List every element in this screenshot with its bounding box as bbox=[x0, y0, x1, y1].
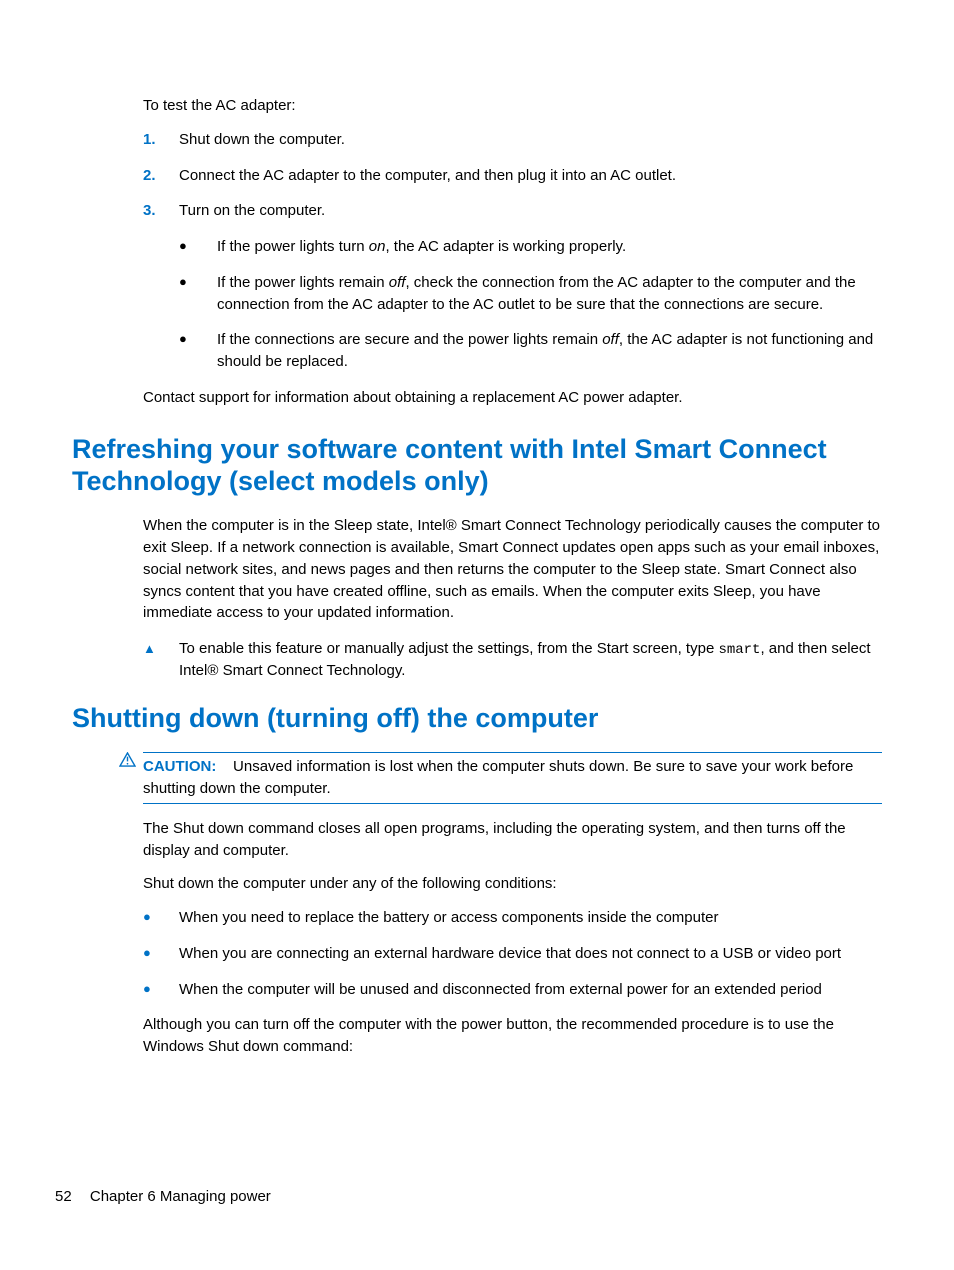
bullet-icon: ● bbox=[143, 979, 179, 1001]
shutdown-p3: Although you can turn off the computer w… bbox=[143, 1014, 882, 1058]
step-number: 2. bbox=[143, 165, 179, 187]
bullet-icon: ● bbox=[179, 272, 217, 316]
triangle-up-icon: ▲ bbox=[143, 638, 179, 682]
bullet-text: When you are connecting an external hard… bbox=[179, 943, 882, 965]
list-item: ● If the connections are secure and the … bbox=[179, 329, 882, 373]
step-text: Turn on the computer. bbox=[179, 200, 882, 222]
bullet-text: If the power lights turn on, the AC adap… bbox=[217, 236, 882, 258]
list-item: ● When you are connecting an external ha… bbox=[143, 943, 882, 965]
caution-body: Unsaved information is lost when the com… bbox=[143, 758, 853, 797]
step-number: 3. bbox=[143, 200, 179, 222]
list-item: ● When you need to replace the battery o… bbox=[143, 907, 882, 929]
bullet-text: When the computer will be unused and dis… bbox=[179, 979, 882, 1001]
shutdown-p1: The Shut down command closes all open pr… bbox=[143, 818, 882, 862]
page-number: 52 bbox=[55, 1188, 72, 1205]
shutdown-p2: Shut down the computer under any of the … bbox=[143, 873, 882, 895]
caution-icon bbox=[119, 752, 136, 767]
tip-row: ▲ To enable this feature or manually adj… bbox=[143, 638, 882, 682]
intro-text: To test the AC adapter: bbox=[143, 95, 882, 117]
section-heading-shutdown: Shutting down (turning off) the computer bbox=[72, 702, 882, 734]
caution-block: CAUTION: Unsaved information is lost whe… bbox=[119, 752, 882, 804]
chapter-title: Chapter 6 Managing power bbox=[90, 1188, 271, 1205]
shutdown-conditions-list: ● When you need to replace the battery o… bbox=[143, 907, 882, 1000]
refresh-paragraph: When the computer is in the Sleep state,… bbox=[143, 515, 882, 624]
page-content: To test the AC adapter: 1. Shut down the… bbox=[0, 0, 954, 1058]
list-item: ● When the computer will be unused and d… bbox=[143, 979, 882, 1001]
contact-text: Contact support for information about ob… bbox=[143, 387, 882, 409]
page-footer: 52 Chapter 6 Managing power bbox=[55, 1186, 271, 1208]
list-item: ● If the power lights turn on, the AC ad… bbox=[179, 236, 882, 258]
bullet-icon: ● bbox=[143, 907, 179, 929]
sub-bullet-list: ● If the power lights turn on, the AC ad… bbox=[179, 236, 882, 373]
list-item: 1. Shut down the computer. bbox=[143, 129, 882, 151]
bullet-icon: ● bbox=[179, 329, 217, 373]
step-text: Shut down the computer. bbox=[179, 129, 882, 151]
list-item: ● If the power lights remain off, check … bbox=[179, 272, 882, 316]
ordered-steps: 1. Shut down the computer. 2. Connect th… bbox=[143, 129, 882, 222]
bullet-text: If the power lights remain off, check th… bbox=[217, 272, 882, 316]
bullet-text: When you need to replace the battery or … bbox=[179, 907, 882, 929]
bullet-icon: ● bbox=[179, 236, 217, 258]
step-number: 1. bbox=[143, 129, 179, 151]
list-item: 2. Connect the AC adapter to the compute… bbox=[143, 165, 882, 187]
caution-icon-col bbox=[119, 752, 143, 804]
caution-text-col: CAUTION: Unsaved information is lost whe… bbox=[143, 752, 882, 804]
list-item: 3. Turn on the computer. bbox=[143, 200, 882, 222]
step-text: Connect the AC adapter to the computer, … bbox=[179, 165, 882, 187]
caution-text bbox=[221, 758, 234, 775]
section-heading-refresh: Refreshing your software content with In… bbox=[72, 433, 882, 498]
bullet-text: If the connections are secure and the po… bbox=[217, 329, 882, 373]
bullet-icon: ● bbox=[143, 943, 179, 965]
caution-label: CAUTION: bbox=[143, 758, 216, 775]
tip-text: To enable this feature or manually adjus… bbox=[179, 638, 882, 682]
